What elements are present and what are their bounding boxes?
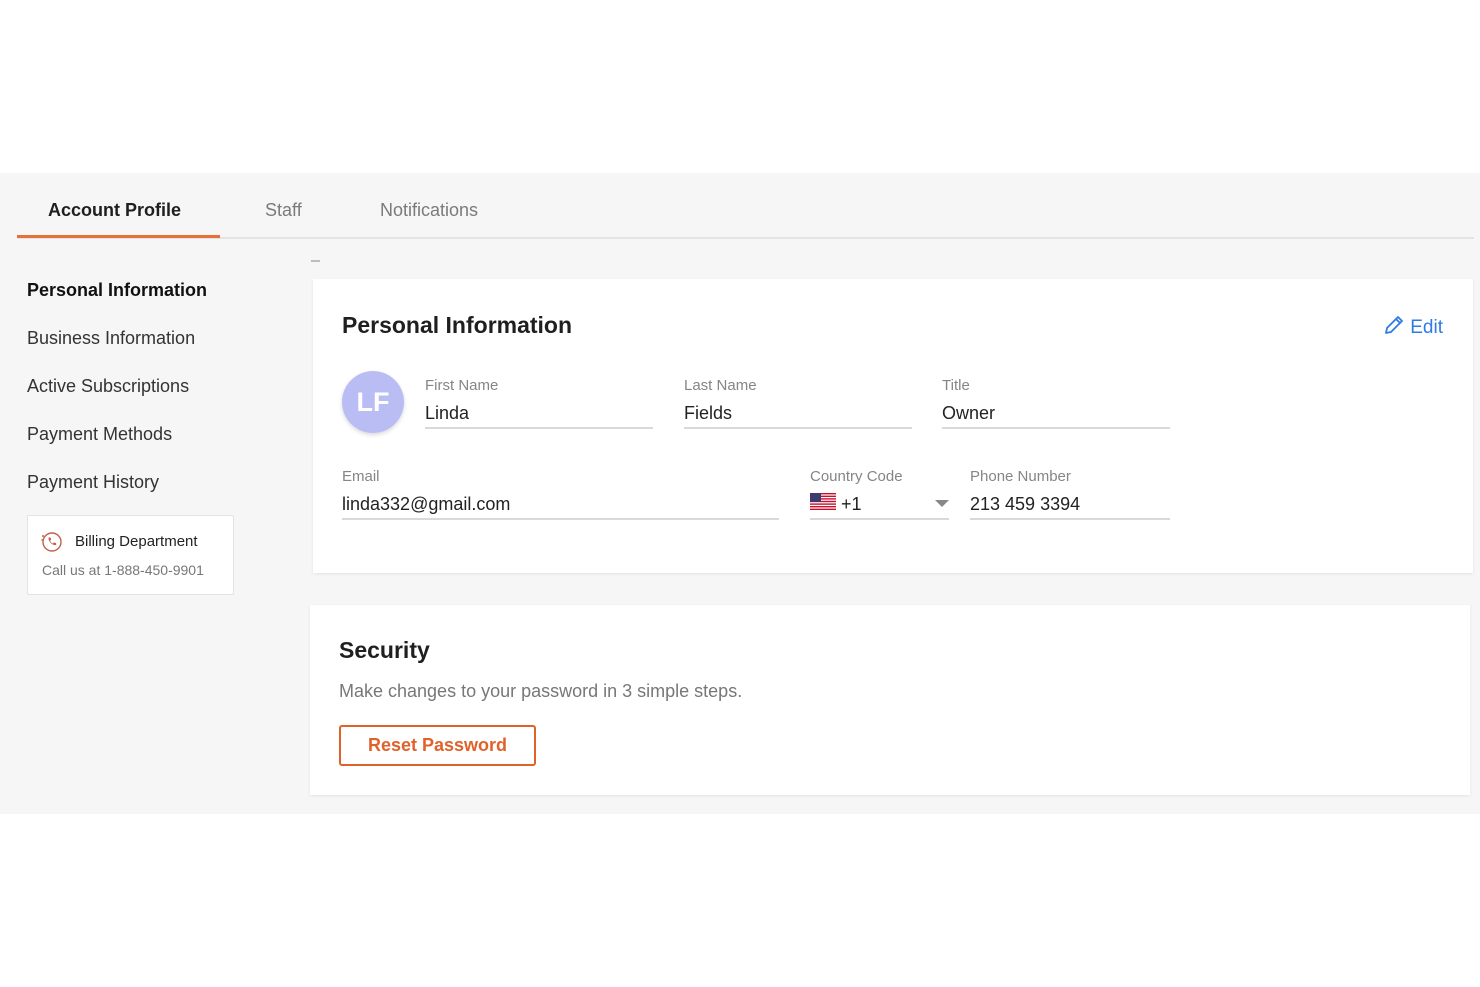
sidebar-item-active-subscriptions[interactable]: Active Subscriptions	[27, 376, 189, 397]
country-code-field: Country Code +1	[810, 468, 949, 520]
tab-notifications[interactable]: Notifications	[380, 200, 478, 221]
phone-number-field: Phone Number 213 459 3394	[970, 468, 1170, 520]
sidebar-item-payment-history[interactable]: Payment History	[27, 472, 159, 493]
card-title: Personal Information	[342, 312, 573, 338]
country-code-select[interactable]: +1	[810, 490, 949, 520]
personal-information-card: Personal Information Edit LF First Name …	[313, 279, 1473, 573]
title-label: Title	[942, 377, 970, 394]
country-code-label: Country Code	[810, 468, 903, 485]
edit-button[interactable]: Edit	[1382, 313, 1443, 343]
phone-icon	[40, 530, 62, 552]
email-input[interactable]: linda332@gmail.com	[342, 490, 779, 520]
first-name-field: First Name Linda	[425, 377, 653, 429]
email-label: Email	[342, 468, 380, 485]
active-tab-indicator	[17, 235, 220, 238]
edit-label: Edit	[1410, 317, 1443, 338]
last-name-label: Last Name	[684, 377, 757, 394]
phone-number-label: Phone Number	[970, 468, 1071, 485]
title-field: Title Owner	[942, 377, 1170, 429]
billing-contact-card: Billing Department Call us at 1-888-450-…	[27, 515, 234, 595]
security-description: Make changes to your password in 3 simpl…	[339, 681, 743, 701]
tab-bar: Account Profile Staff Notifications	[17, 173, 1474, 239]
app-container: Account Profile Staff Notifications Pers…	[0, 173, 1480, 814]
sidebar-item-business-information[interactable]: Business Information	[27, 328, 195, 349]
phone-number-input[interactable]: 213 459 3394	[970, 490, 1170, 520]
last-name-input[interactable]: Fields	[684, 399, 912, 429]
security-title: Security	[339, 637, 430, 663]
billing-title: Billing Department	[75, 533, 198, 550]
divider	[311, 260, 320, 262]
sidebar-item-personal-information[interactable]: Personal Information	[27, 280, 207, 301]
pencil-icon	[1382, 313, 1406, 343]
title-input[interactable]: Owner	[942, 399, 1170, 429]
chevron-down-icon	[935, 500, 949, 507]
billing-phone: Call us at 1-888-450-9901	[42, 562, 204, 578]
country-code-value: +1	[841, 494, 862, 514]
reset-password-button[interactable]: Reset Password	[339, 725, 536, 766]
tab-staff[interactable]: Staff	[265, 200, 302, 221]
first-name-input[interactable]: Linda	[425, 399, 653, 429]
email-field: Email linda332@gmail.com	[342, 468, 779, 520]
first-name-label: First Name	[425, 377, 499, 394]
tab-account-profile[interactable]: Account Profile	[48, 200, 181, 221]
us-flag-icon	[810, 493, 836, 510]
last-name-field: Last Name Fields	[684, 377, 912, 429]
security-card: Security Make changes to your password i…	[310, 605, 1470, 795]
sidebar-item-payment-methods[interactable]: Payment Methods	[27, 424, 172, 445]
avatar: LF	[342, 371, 404, 433]
